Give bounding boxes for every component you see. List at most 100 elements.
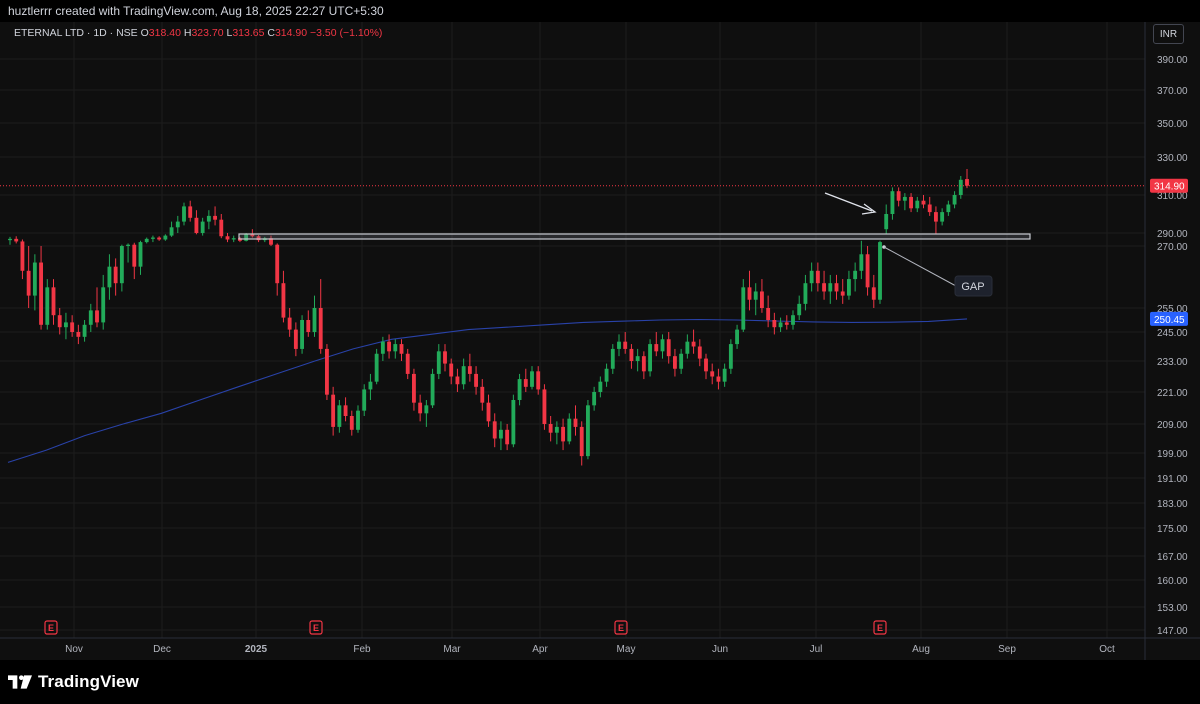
- candle: [635, 348, 640, 372]
- candle: [567, 413, 572, 445]
- candle: [847, 270, 851, 300]
- price-tick-label: 199.00: [1157, 449, 1188, 460]
- candle: [784, 315, 789, 330]
- price-tick-label: 245.00: [1157, 328, 1188, 339]
- candle-body: [126, 244, 130, 246]
- candle: [728, 339, 733, 374]
- time-tick-label: Mar: [443, 644, 461, 655]
- candle: [132, 242, 137, 280]
- candle: [8, 236, 12, 245]
- candle: [337, 400, 342, 433]
- candle: [275, 243, 280, 296]
- candle-body: [517, 379, 522, 400]
- candle: [449, 358, 454, 385]
- candle: [604, 363, 609, 387]
- earnings-marker-label: E: [48, 623, 54, 633]
- candle-body: [8, 238, 12, 241]
- candle-body: [710, 371, 715, 377]
- candle-body: [436, 351, 441, 374]
- ma-value-tag: 250.45: [1150, 311, 1188, 326]
- currency-button[interactable]: INR: [1153, 24, 1184, 44]
- candle: [455, 368, 460, 392]
- tradingview-logo-icon: [8, 675, 32, 689]
- earnings-marker: E: [873, 620, 887, 635]
- candle-body: [88, 310, 93, 325]
- candle: [287, 308, 292, 337]
- candle-body: [784, 322, 789, 325]
- candle: [641, 351, 646, 380]
- candle: [281, 270, 286, 323]
- candle: [418, 394, 423, 422]
- candle: [430, 368, 435, 408]
- candle-body: [300, 320, 304, 349]
- candle: [896, 187, 901, 207]
- candle-body: [157, 237, 162, 240]
- candle: [200, 217, 205, 236]
- candle-body: [604, 368, 609, 382]
- candle: [182, 202, 186, 226]
- candle-body: [654, 344, 659, 352]
- candle-body: [231, 238, 236, 240]
- candle: [617, 334, 621, 357]
- candle-body: [113, 266, 118, 284]
- time-tick-label: Feb: [353, 644, 371, 655]
- candle: [138, 240, 143, 275]
- candle-body: [70, 322, 75, 332]
- candle-body: [412, 373, 416, 403]
- candle-body: [443, 351, 447, 364]
- footer-bar: [0, 660, 1200, 704]
- candle: [113, 258, 118, 296]
- candle: [654, 332, 659, 357]
- candle-body: [554, 426, 559, 433]
- candle-body: [499, 429, 503, 439]
- candle: [840, 279, 845, 304]
- candle: [859, 240, 864, 280]
- candle-body: [902, 196, 907, 201]
- candle: [39, 246, 43, 330]
- candle-body: [766, 308, 771, 320]
- time-axis[interactable]: Nov Dec 2025 Feb Mar Apr May Jun Jul Aug Sep Oct E E E…: [0, 620, 1200, 655]
- last-price-tag: 314.90: [1150, 178, 1188, 193]
- price-tick-label: 290.00: [1157, 229, 1188, 240]
- candle: [219, 214, 224, 239]
- price-tick-label: 160.00: [1157, 576, 1188, 587]
- candle: [797, 295, 802, 320]
- candle-body: [542, 389, 547, 424]
- candle-body: [225, 236, 230, 240]
- grid-lines: [0, 22, 1145, 638]
- candle-body: [275, 244, 280, 284]
- candle-body: [530, 371, 534, 387]
- candle: [815, 262, 820, 292]
- candle: [884, 204, 889, 235]
- candle-body: [610, 348, 615, 369]
- open-label: O: [140, 27, 149, 39]
- price-axis[interactable]: 390.00370.00350.00330.00310.00290.00270.…: [1144, 22, 1200, 660]
- candle: [760, 279, 764, 313]
- candle-body: [921, 200, 926, 205]
- candle-body: [505, 429, 510, 445]
- candle: [387, 334, 391, 359]
- earnings-marker-label: E: [313, 623, 319, 633]
- candle: [26, 246, 31, 308]
- candle-body: [424, 405, 429, 414]
- symbol-name: ETERNAL LTD · 1D · NSE: [14, 27, 138, 39]
- candle-body: [461, 366, 466, 385]
- candle: [685, 334, 690, 359]
- chart-svg[interactable]: GAP 390.00370.00350.00330.00310.00290.00…: [0, 0, 1200, 660]
- candle-body: [940, 212, 945, 222]
- tradingview-brand[interactable]: TradingView: [8, 672, 139, 692]
- candle-body: [32, 262, 37, 296]
- candle-body: [753, 291, 758, 300]
- candle: [486, 394, 491, 427]
- candle: [20, 239, 25, 280]
- candle-body: [598, 381, 603, 392]
- candle: [380, 336, 385, 361]
- candle-body: [641, 356, 646, 372]
- candle: [610, 344, 615, 374]
- candle-body: [188, 206, 193, 218]
- candle-body: [741, 287, 746, 330]
- candle: [231, 235, 236, 243]
- time-tick-label: 2025: [245, 644, 268, 655]
- support-zone-rectangle: [238, 233, 1031, 240]
- candle: [492, 413, 497, 448]
